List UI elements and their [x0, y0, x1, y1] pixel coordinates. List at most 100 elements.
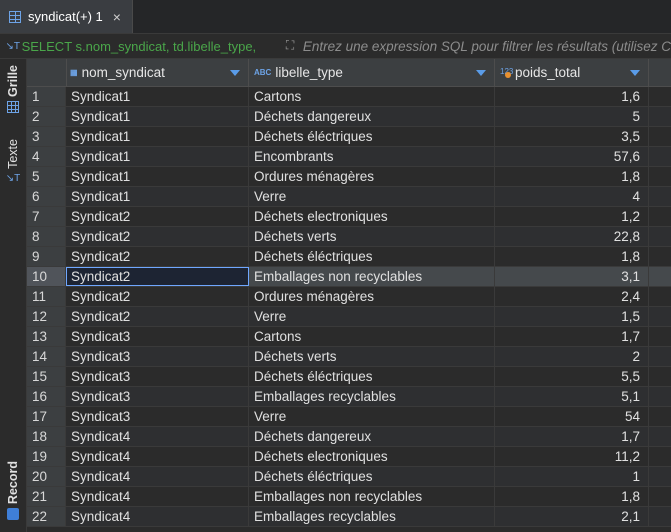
cell-libelle-type[interactable]: Encombrants [249, 147, 495, 166]
cell-libelle-type[interactable]: Déchets dangereux [249, 107, 495, 126]
grid-view-button[interactable]: Grille [0, 65, 26, 113]
cell-libelle-type[interactable]: Verre [249, 307, 495, 326]
cell-nom-syndicat[interactable]: Syndicat4 [66, 427, 249, 446]
cell-poids-total[interactable]: 5,1 [495, 387, 649, 406]
table-row[interactable]: 8 Syndicat2 Déchets verts 22,8 [27, 227, 671, 247]
table-row[interactable]: 16 Syndicat3 Emballages recyclables 5,1 [27, 387, 671, 407]
results-tab[interactable]: syndicat(+) 1 × [0, 0, 133, 33]
cell-libelle-type[interactable]: Déchets éléctriques [249, 247, 495, 266]
cell-libelle-type[interactable]: Déchets electroniques [249, 447, 495, 466]
cell-poids-total[interactable]: 1,5 [495, 307, 649, 326]
cell-libelle-type[interactable]: Ordures ménagères [249, 287, 495, 306]
cell-nom-syndicat[interactable]: Syndicat4 [66, 487, 249, 506]
cell-libelle-type[interactable]: Déchets verts [249, 347, 495, 366]
row-number[interactable]: 8 [27, 227, 66, 246]
row-number[interactable]: 4 [27, 147, 66, 166]
table-row[interactable]: 10 Syndicat2 Emballages non recyclables 3,1 [27, 267, 671, 287]
column-header-nom-syndicat[interactable]: ▦ nom_syndicat [66, 59, 249, 86]
cell-nom-syndicat[interactable]: Syndicat1 [66, 127, 249, 146]
table-row[interactable]: 3 Syndicat1 Déchets éléctriques 3,5 [27, 127, 671, 147]
table-row[interactable]: 19 Syndicat4 Déchets electroniques 11,2 [27, 447, 671, 467]
cell-nom-syndicat[interactable]: Syndicat1 [66, 167, 249, 186]
cell-nom-syndicat[interactable]: Syndicat4 [66, 507, 249, 526]
cell-nom-syndicat[interactable]: Syndicat2 [66, 307, 249, 326]
row-number[interactable]: 15 [27, 367, 66, 386]
sort-icon[interactable] [230, 70, 240, 76]
cell-nom-syndicat[interactable]: Syndicat1 [66, 87, 249, 106]
table-row[interactable]: 14 Syndicat3 Déchets verts 2 [27, 347, 671, 367]
table-row[interactable]: 7 Syndicat2 Déchets electroniques 1,2 [27, 207, 671, 227]
table-row[interactable]: 22 Syndicat4 Emballages recyclables 2,1 [27, 507, 671, 527]
table-row[interactable]: 17 Syndicat3 Verre 54 [27, 407, 671, 427]
cell-nom-syndicat[interactable]: Syndicat2 [66, 207, 249, 226]
record-view-button[interactable]: Record [0, 461, 26, 521]
table-row[interactable]: 9 Syndicat2 Déchets éléctriques 1,8 [27, 247, 671, 267]
cell-poids-total[interactable]: 54 [495, 407, 649, 426]
table-row[interactable]: 6 Syndicat1 Verre 4 [27, 187, 671, 207]
cell-poids-total[interactable]: 57,6 [495, 147, 649, 166]
header-corner[interactable] [27, 59, 67, 86]
table-row[interactable]: 12 Syndicat2 Verre 1,5 [27, 307, 671, 327]
row-number[interactable]: 5 [27, 167, 66, 186]
row-number[interactable]: 22 [27, 507, 66, 526]
table-row[interactable]: 2 Syndicat1 Déchets dangereux 5 [27, 107, 671, 127]
column-header-poids-total[interactable]: 123 poids_total [495, 59, 649, 86]
cell-libelle-type[interactable]: Emballages non recyclables [249, 487, 495, 506]
sql-icon[interactable]: ↘T [4, 41, 22, 52]
cell-poids-total[interactable]: 1,7 [495, 327, 649, 346]
row-number[interactable]: 13 [27, 327, 66, 346]
row-number[interactable]: 16 [27, 387, 66, 406]
sort-icon[interactable] [476, 70, 486, 76]
cell-poids-total[interactable]: 5 [495, 107, 649, 126]
table-row[interactable]: 1 Syndicat1 Cartons 1,6 [27, 87, 671, 107]
cell-libelle-type[interactable]: Déchets verts [249, 227, 495, 246]
row-number[interactable]: 17 [27, 407, 66, 426]
cell-poids-total[interactable]: 1,6 [495, 87, 649, 106]
row-number[interactable]: 1 [27, 87, 66, 106]
cell-nom-syndicat[interactable]: Syndicat4 [66, 447, 249, 466]
cell-nom-syndicat[interactable]: Syndicat3 [66, 367, 249, 386]
row-number[interactable]: 9 [27, 247, 66, 266]
cell-nom-syndicat[interactable]: Syndicat2 [66, 227, 249, 246]
column-header-libelle-type[interactable]: ABC libelle_type [249, 59, 495, 86]
cell-poids-total[interactable]: 2 [495, 347, 649, 366]
cell-poids-total[interactable]: 3,1 [495, 267, 649, 286]
cell-poids-total[interactable]: 11,2 [495, 447, 649, 466]
cell-poids-total[interactable]: 1,7 [495, 427, 649, 446]
cell-nom-syndicat[interactable]: Syndicat3 [66, 387, 249, 406]
row-number[interactable]: 20 [27, 467, 66, 486]
cell-poids-total[interactable]: 1,8 [495, 247, 649, 266]
cell-libelle-type[interactable]: Cartons [249, 87, 495, 106]
cell-poids-total[interactable]: 2,4 [495, 287, 649, 306]
table-row[interactable]: 18 Syndicat4 Déchets dangereux 1,7 [27, 427, 671, 447]
table-row[interactable]: 13 Syndicat3 Cartons 1,7 [27, 327, 671, 347]
row-number[interactable]: 21 [27, 487, 66, 506]
expand-icon[interactable]: ⛶ [281, 38, 299, 54]
cell-nom-syndicat[interactable]: Syndicat1 [66, 147, 249, 166]
cell-nom-syndicat[interactable]: Syndicat4 [66, 467, 249, 486]
cell-libelle-type[interactable]: Déchets éléctriques [249, 367, 495, 386]
close-icon[interactable]: × [113, 9, 121, 25]
cell-poids-total[interactable]: 4 [495, 187, 649, 206]
cell-libelle-type[interactable]: Déchets dangereux [249, 427, 495, 446]
cell-libelle-type[interactable]: Emballages recyclables [249, 387, 495, 406]
cell-nom-syndicat[interactable]: Syndicat2 [66, 267, 249, 286]
cell-poids-total[interactable]: 22,8 [495, 227, 649, 246]
row-number[interactable]: 10 [27, 267, 66, 286]
row-number[interactable]: 12 [27, 307, 66, 326]
table-row[interactable]: 4 Syndicat1 Encombrants 57,6 [27, 147, 671, 167]
cell-nom-syndicat[interactable]: Syndicat3 [66, 347, 249, 366]
text-view-button[interactable]: Texte ↘T [0, 139, 26, 184]
table-row[interactable]: 15 Syndicat3 Déchets éléctriques 5,5 [27, 367, 671, 387]
table-row[interactable]: 20 Syndicat4 Déchets éléctriques 1 [27, 467, 671, 487]
cell-libelle-type[interactable]: Déchets electroniques [249, 207, 495, 226]
cell-poids-total[interactable]: 3,5 [495, 127, 649, 146]
cell-poids-total[interactable]: 1,2 [495, 207, 649, 226]
cell-nom-syndicat[interactable]: Syndicat3 [66, 327, 249, 346]
table-row[interactable]: 11 Syndicat2 Ordures ménagères 2,4 [27, 287, 671, 307]
cell-libelle-type[interactable]: Emballages non recyclables [249, 267, 495, 286]
sort-icon[interactable] [630, 70, 640, 76]
cell-nom-syndicat[interactable]: Syndicat2 [66, 287, 249, 306]
row-number[interactable]: 3 [27, 127, 66, 146]
cell-libelle-type[interactable]: Ordures ménagères [249, 167, 495, 186]
